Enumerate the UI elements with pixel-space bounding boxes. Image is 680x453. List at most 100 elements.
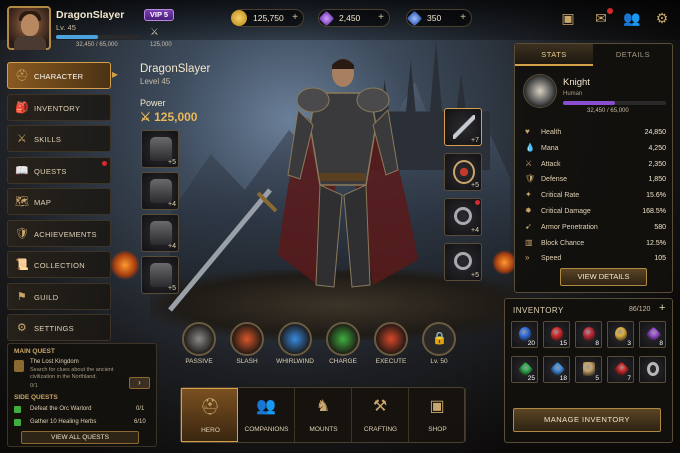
menu-item-achievements[interactable]: 🛡 ACHIEVEMENTS xyxy=(7,219,111,247)
menu-item-label: SKILLS xyxy=(34,135,62,144)
notification-dot xyxy=(102,160,107,166)
inventory-slot-blue-potion[interactable]: 20 xyxy=(511,321,538,348)
nav-mounts[interactable]: ♞ MOUNTS xyxy=(295,388,352,442)
menu-item-guild[interactable]: ⚑ GUILD xyxy=(7,282,111,310)
skill-label: WHIRLWIND xyxy=(276,358,314,365)
book-icon: 📖 xyxy=(15,164,29,177)
add-inventory-button[interactable]: + xyxy=(659,302,665,314)
nav-crafting[interactable]: ⚒ CRAFTING xyxy=(352,388,409,442)
sword-icon xyxy=(453,115,475,139)
tab-stats[interactable]: STATS xyxy=(515,44,593,66)
player-avatar[interactable] xyxy=(7,6,51,50)
chest-icon[interactable]: ▣ xyxy=(559,10,577,26)
item-count: 8 xyxy=(659,340,663,347)
main-quest-go-button[interactable]: › xyxy=(129,377,150,389)
menu-item-quests[interactable]: 📖 QUESTS xyxy=(7,156,111,184)
skill-label: Lv. 50 xyxy=(430,358,448,365)
equip-slot-gauntlet[interactable]: +4 xyxy=(141,214,179,252)
menu-item-inventory[interactable]: 🎒 INVENTORY xyxy=(7,93,111,121)
add-gold-button[interactable]: + xyxy=(292,12,298,23)
gear-icon[interactable]: ⚙ xyxy=(653,10,671,26)
menu-item-collection[interactable]: 📜 COLLECTION xyxy=(7,251,111,278)
sapphire-currency[interactable]: 350 + xyxy=(406,9,472,27)
player-xp-bar xyxy=(56,35,140,39)
skill-passive[interactable] xyxy=(182,322,216,356)
chest-icon: ▣ xyxy=(429,398,445,415)
crossed-swords-icon: ⚔ xyxy=(150,27,159,38)
amethyst-currency[interactable]: 2,450 + xyxy=(318,9,390,27)
stat-row: ♥ Health 24,850 xyxy=(523,127,666,140)
notification-dot xyxy=(475,200,480,205)
side-quest-title[interactable]: Defeat the Orc Warlord xyxy=(30,406,91,412)
quest-check-icon xyxy=(14,406,21,413)
map-icon: 🗺 xyxy=(14,196,30,208)
nav-companions[interactable]: 👥 COMPANIONS xyxy=(238,388,295,442)
inventory-count: 86/120 xyxy=(629,306,651,313)
bag-icon: 🎒 xyxy=(15,101,29,114)
gold-currency[interactable]: 125,750 + xyxy=(231,9,304,27)
equip-slot-ring[interactable]: +5 xyxy=(444,243,482,281)
inventory-slot-red-crystal[interactable]: 7 xyxy=(607,356,634,383)
add-sapphire-button[interactable]: + xyxy=(460,12,466,23)
nav-label: SHOP xyxy=(428,426,447,433)
hero-level: Level 45 xyxy=(140,77,171,86)
menu-item-settings[interactable]: ⚙ SETTINGS xyxy=(7,314,111,341)
item-count: 7 xyxy=(627,375,631,382)
stat-value: 2,350 xyxy=(648,160,666,168)
inventory-slot-blue-gem[interactable]: 18 xyxy=(543,356,570,383)
inventory-slot-gold-coin[interactable]: 3 xyxy=(607,321,634,348)
equip-slot-amulet[interactable]: +5 xyxy=(444,153,482,191)
skill-lv-50[interactable]: 🔒 xyxy=(422,322,456,356)
side-quest-title[interactable]: Gather 10 Healing Herbs xyxy=(30,419,96,425)
player-level: Lv. 45 xyxy=(56,23,76,32)
main-quest-title[interactable]: The Lost Kingdom xyxy=(30,359,79,365)
view-all-quests-button[interactable]: VIEW ALL QUESTS xyxy=(21,431,139,444)
stat-label: Speed xyxy=(541,255,562,263)
friends-icon[interactable]: 👥 xyxy=(623,10,641,26)
skill-execute[interactable] xyxy=(374,322,408,356)
inventory-slot-ring[interactable] xyxy=(639,356,666,383)
inventory-slot-purple-gem[interactable]: 8 xyxy=(639,321,666,348)
menu-item-map[interactable]: 🗺 MAP xyxy=(7,188,111,215)
menu-item-character[interactable]: ⛑ CHARACTER xyxy=(7,62,111,89)
skill-slash[interactable] xyxy=(230,322,264,356)
stat-label: Mana xyxy=(541,144,559,152)
view-details-button[interactable]: VIEW DETAILS xyxy=(560,268,647,286)
equip-slot-chest-armor[interactable]: +4 xyxy=(141,172,179,210)
stat-row: ✸ Critical Damage 168.5% xyxy=(523,206,666,219)
equip-slot-sword[interactable]: +7 xyxy=(444,108,482,146)
crossed-swords-icon: ⚔ xyxy=(140,110,155,124)
skill-charge[interactable] xyxy=(326,322,360,356)
vip-badge[interactable]: VIP 5 xyxy=(144,9,174,21)
manage-inventory-button[interactable]: MANAGE INVENTORY xyxy=(513,408,661,432)
upgrade-level: +7 xyxy=(471,137,479,144)
stat-label: Armor Penetration xyxy=(541,223,598,231)
upgrade-level: +5 xyxy=(471,272,479,279)
inventory-slot-scroll[interactable]: 5 xyxy=(575,356,602,383)
nav-hero[interactable]: ⛑ HERO xyxy=(181,388,238,442)
inventory-slot-red-potion[interactable]: 15 xyxy=(543,321,570,348)
menu-item-skills[interactable]: ⚔ SKILLS xyxy=(7,125,111,152)
inventory-slot-green-gem[interactable]: 25 xyxy=(511,356,538,383)
heart-icon: ♥ xyxy=(525,127,530,136)
hammer-icon: ⚒ xyxy=(372,398,388,415)
inventory-slot-red-flask[interactable]: 8 xyxy=(575,321,602,348)
item-count: 18 xyxy=(559,375,567,382)
player-power-small: 125,000 xyxy=(150,42,172,48)
mail-icon[interactable]: ✉ xyxy=(592,8,613,26)
add-amethyst-button[interactable]: + xyxy=(378,12,384,23)
equip-slot-boots[interactable]: +5 xyxy=(141,256,179,294)
red-flask-icon xyxy=(583,327,595,341)
swords-icon: ⚔ xyxy=(16,133,28,145)
tab-details[interactable]: DETAILS xyxy=(594,44,672,66)
nav-shop[interactable]: ▣ SHOP xyxy=(409,388,466,442)
quest-panel: MAIN QUEST The Lost Kingdom Search for c… xyxy=(7,343,157,447)
equip-slot-helmet[interactable]: +5 xyxy=(141,130,179,168)
item-count: 8 xyxy=(595,340,599,347)
skill-whirlwind[interactable] xyxy=(278,322,312,356)
equip-slot-ring[interactable]: +4 xyxy=(444,198,482,236)
main-quest-header: MAIN QUEST xyxy=(14,348,55,355)
shield-icon: 🛡 xyxy=(525,174,536,184)
pierce-icon: ➹ xyxy=(525,221,532,231)
scroll-icon: 📜 xyxy=(15,259,29,271)
